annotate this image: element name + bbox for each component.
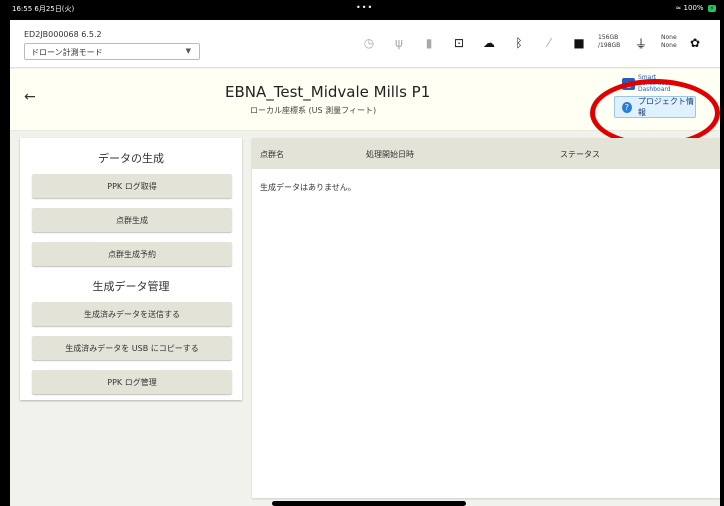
ppk-log-manage-button[interactable]: PPK ログ管理 <box>32 370 232 394</box>
mode-select[interactable]: ドローン計測モード ▼ <box>24 43 200 60</box>
point-cloud-generate-button[interactable]: 点群生成 <box>32 208 232 232</box>
storage-used: 156GB <box>598 34 619 41</box>
storage-indicator: 156GB /198GB <box>598 34 620 50</box>
scd-logo-icon: ◔ <box>622 78 635 90</box>
cloud-icon[interactable]: ☁ <box>480 34 498 52</box>
smart-construction-logo: ◔ Smart Construction Dashboard <box>622 75 692 93</box>
ppk-log-fetch-button[interactable]: PPK ログ取得 <box>32 174 232 198</box>
battery-icon: ⚡ <box>707 5 716 12</box>
empty-table-message: 生成データはありません。 <box>260 183 356 192</box>
column-header-start-time[interactable]: 処理開始日時 <box>366 149 414 160</box>
top-toolbar: ED2JB000068 6.5.2 ドローン計測モード ▼ ◷ ψ ▮ ⊡ ☁ … <box>10 20 720 68</box>
project-info-button[interactable]: ? プロジェクト情報 <box>614 96 696 118</box>
connection-status: None None <box>661 34 677 50</box>
send-generated-data-button[interactable]: 生成済みデータを送信する <box>32 302 232 326</box>
device-id: ED2JB000068 6.5.2 <box>24 30 102 39</box>
section-title-data-generation: データの生成 <box>98 152 164 165</box>
battery-indicator: ≈ 100% ⚡ <box>675 4 716 12</box>
timer-icon[interactable]: ◷ <box>360 34 378 52</box>
project-header: ← EBNA_Test_Midvale Mills P1 ローカル座標系 (US… <box>10 69 720 131</box>
storage-total: /198GB <box>598 42 621 49</box>
mode-select-value: ドローン計測モード <box>31 48 103 57</box>
device-bezel-right <box>720 0 724 506</box>
page-title: EBNA_Test_Midvale Mills P1 <box>225 83 431 101</box>
column-header-status[interactable]: ステータス <box>560 149 600 160</box>
generated-data-table: 点群名 処理開始日時 ステータス 生成データはありません。 <box>252 138 720 498</box>
app-window: ED2JB000068 6.5.2 ドローン計測モード ▼ ◷ ψ ▮ ⊡ ☁ … <box>10 20 720 506</box>
gear-icon[interactable]: ✿ <box>686 34 704 52</box>
folder-icon[interactable]: ■ <box>570 34 588 52</box>
download-icon[interactable]: ⊡ <box>450 34 468 52</box>
status-dots: ••• <box>356 3 374 12</box>
probe-icon[interactable]: ⁄ <box>540 34 558 52</box>
copy-to-usb-button[interactable]: 生成済みデータを USB にコピーする <box>32 336 232 360</box>
chevron-down-icon: ▼ <box>185 47 191 55</box>
device-bezel-left <box>0 0 10 506</box>
status-bar: 16:55 6月25日(火) ••• ≈ 100% ⚡ <box>0 0 724 20</box>
status-time: 16:55 6月25日(火) <box>12 5 75 13</box>
column-header-name[interactable]: 点群名 <box>260 149 284 160</box>
help-icon: ? <box>622 101 632 113</box>
actions-panel: データの生成 PPK ログ取得 点群生成 点群生成予約 生成データ管理 生成済み… <box>20 138 242 400</box>
wifi-icon: ≈ <box>675 4 682 12</box>
scd-logo-line2: Dashboard <box>637 86 671 93</box>
home-indicator[interactable] <box>272 501 466 506</box>
table-header: 点群名 処理開始日時 ステータス <box>252 138 720 169</box>
project-info-label: プロジェクト情報 <box>637 97 694 117</box>
sd-card-icon[interactable]: ▮ <box>420 34 438 52</box>
point-cloud-schedule-button[interactable]: 点群生成予約 <box>32 242 232 266</box>
usb-icon[interactable]: ψ <box>390 34 408 52</box>
antenna-icon[interactable]: ᛒ <box>510 34 528 52</box>
connection-status-line1: None <box>661 34 677 41</box>
section-title-generated-data: 生成データ管理 <box>92 280 170 293</box>
plug-icon[interactable]: ⏚ <box>632 34 650 52</box>
battery-percent: 100% <box>683 4 704 12</box>
connection-status-line2: None <box>661 42 677 49</box>
coordinate-system-label: ローカル座標系 (US 測量フィート) <box>250 106 377 115</box>
back-arrow-icon[interactable]: ← <box>24 89 36 105</box>
